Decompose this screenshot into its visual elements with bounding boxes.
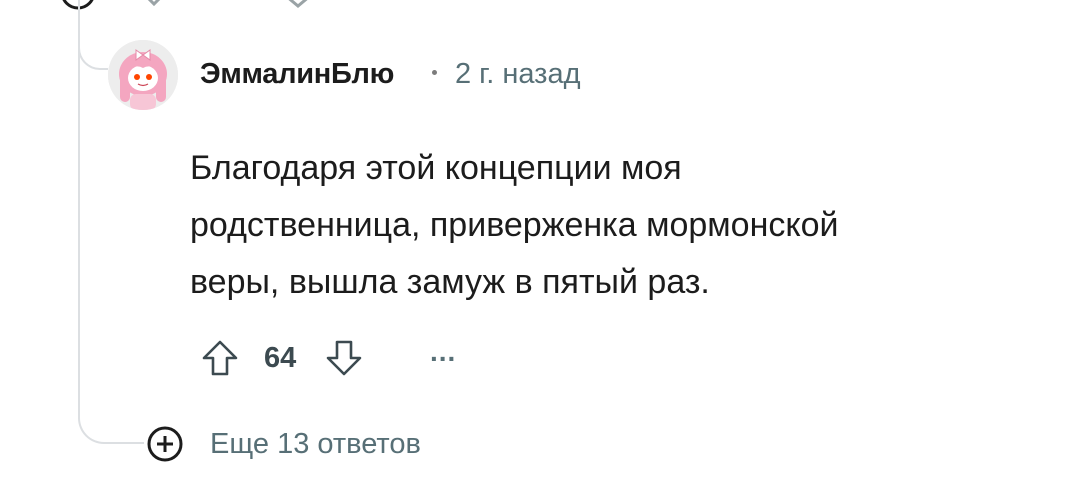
- meta-separator-dot: [432, 70, 437, 75]
- comment-body: Благодаря этой концепции моя родственниц…: [190, 140, 1010, 311]
- avatar[interactable]: [108, 40, 178, 110]
- thread-line: [78, 0, 80, 408]
- vote-score: 64: [264, 342, 297, 374]
- comment-timestamp: 2 г. назад: [455, 58, 581, 90]
- plus-circle-icon: [147, 426, 183, 462]
- downvote-icon[interactable]: [322, 336, 366, 380]
- reddit-avatar-icon: [108, 40, 178, 110]
- more-replies-button[interactable]: Еще 13 ответов: [146, 424, 421, 464]
- parent-actions-partial: [62, 0, 308, 10]
- comment-username[interactable]: ЭммалинБлю: [200, 58, 394, 91]
- thread-branch: [78, 30, 108, 70]
- more-replies-label: Еще 13 ответов: [210, 427, 421, 460]
- thread-branch-more: [78, 398, 144, 444]
- comment-body-line: Благодаря этой концепции моя: [190, 149, 682, 187]
- comment-body-line: веры, вышла замуж в пятый раз.: [190, 263, 710, 301]
- more-options-button[interactable]: ...: [430, 336, 456, 368]
- upvote-icon[interactable]: [198, 336, 242, 380]
- comment-body-line: родственница, приверженка мормонской: [190, 206, 839, 244]
